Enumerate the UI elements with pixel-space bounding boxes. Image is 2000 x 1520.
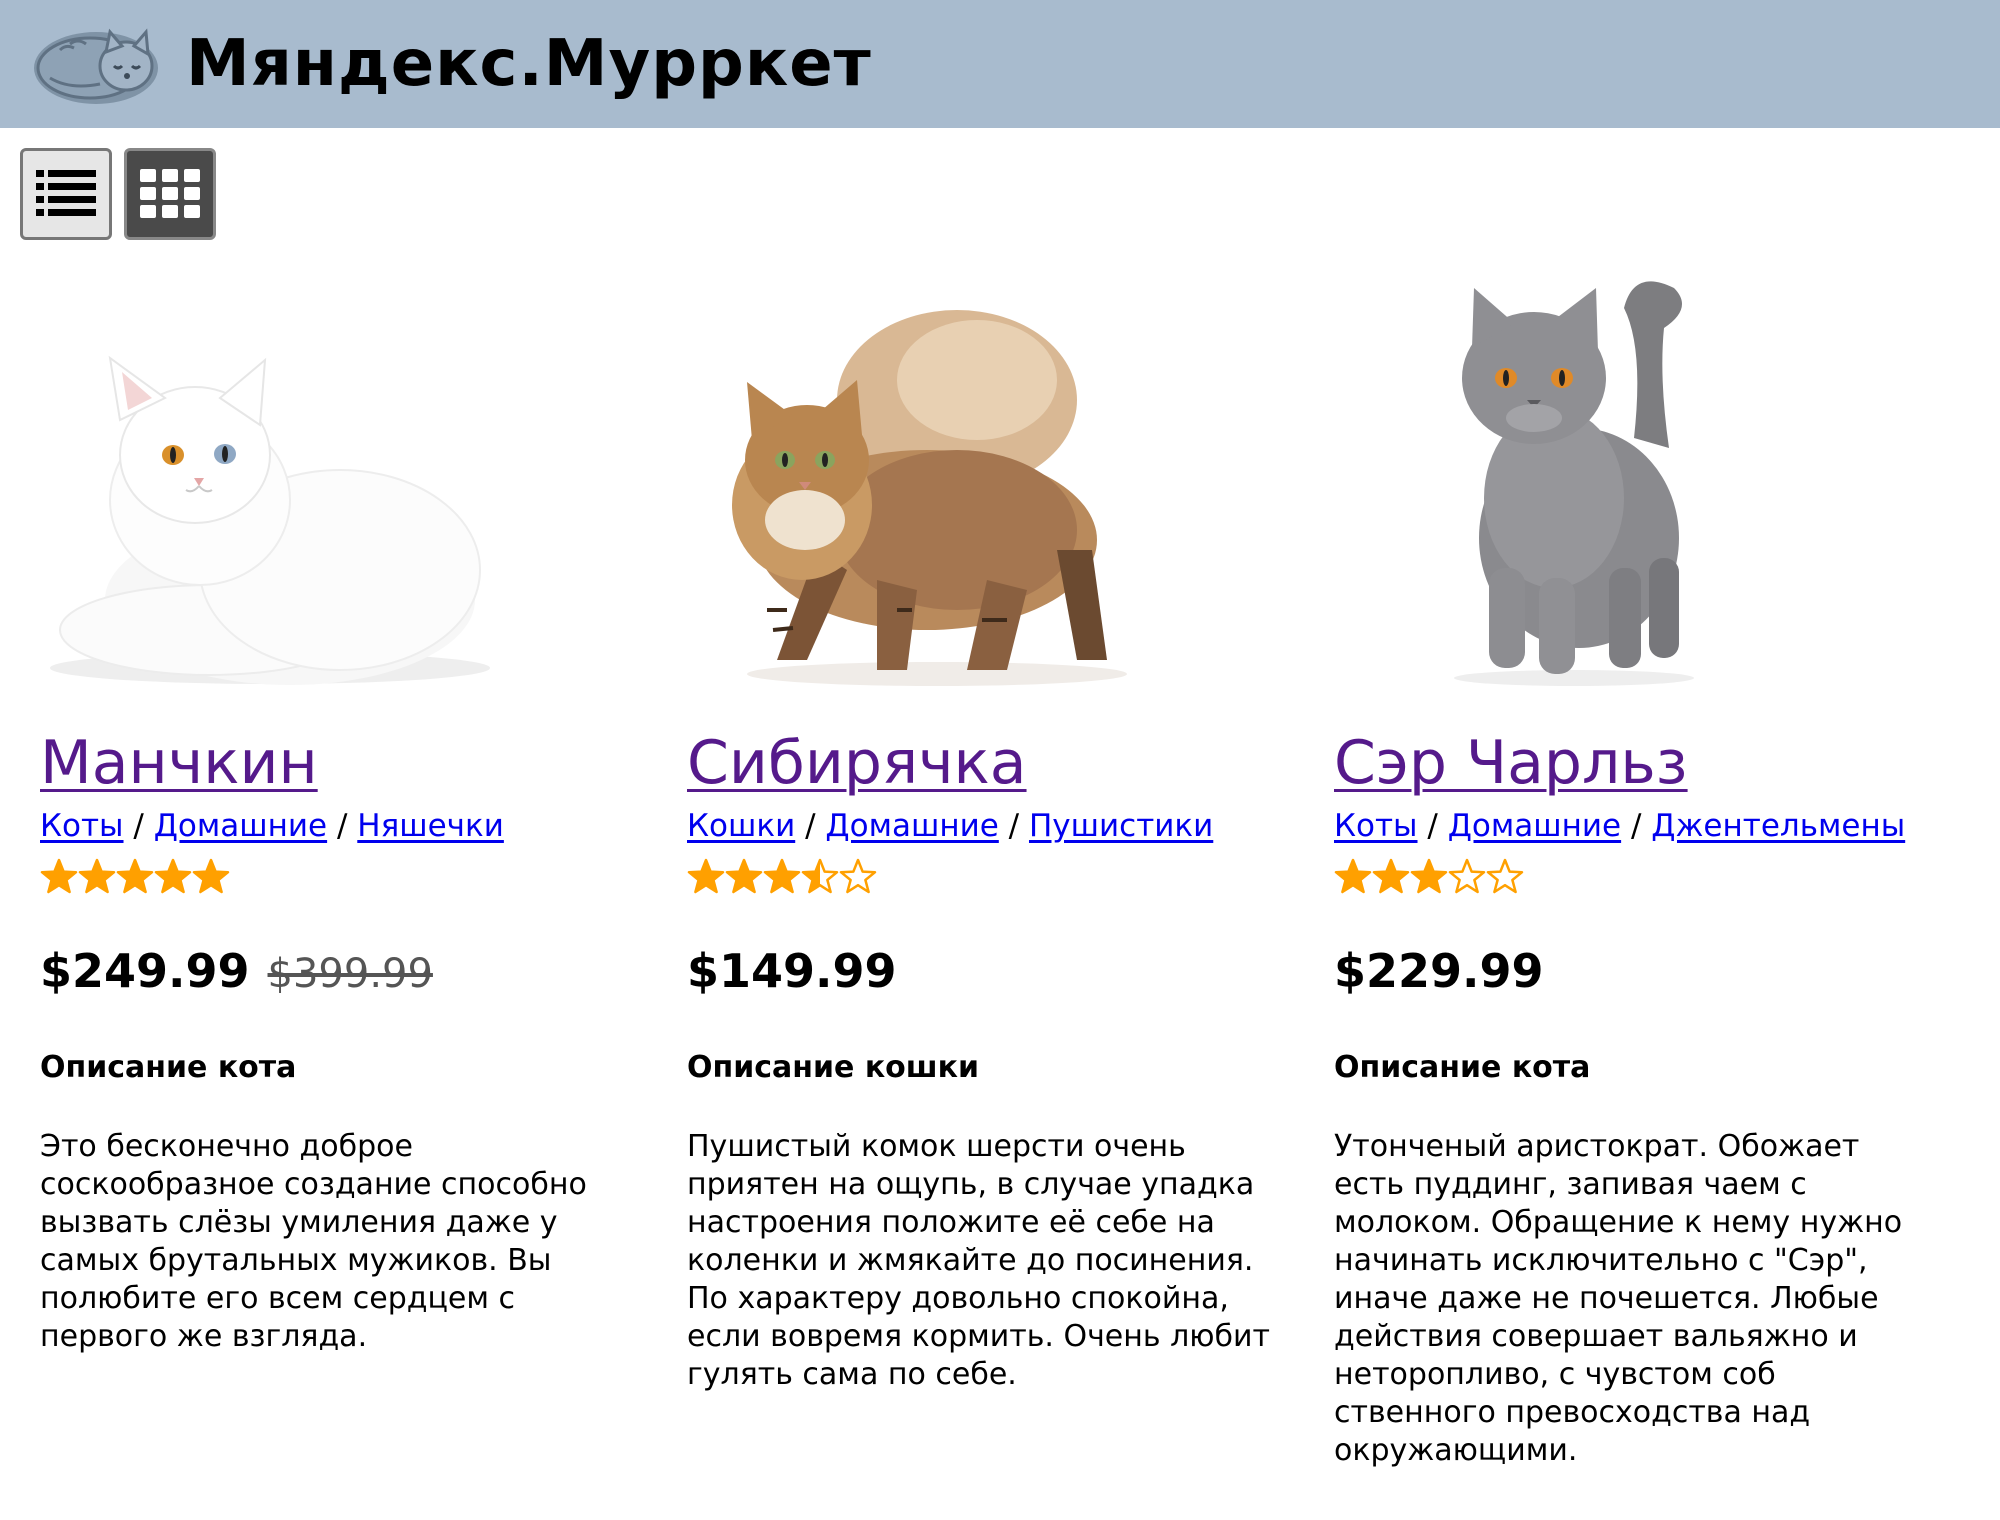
grid-view-button[interactable]: [124, 148, 216, 240]
star-full-icon: [192, 858, 230, 894]
breadcrumb-link[interactable]: Пушистики: [1029, 808, 1213, 844]
product-title[interactable]: Сэр Чарльз: [1334, 728, 1688, 798]
sleeping-cat-icon[interactable]: [30, 20, 162, 108]
list-view-button[interactable]: [20, 148, 112, 240]
price-row: $249.99 $399.99: [40, 944, 433, 998]
breadcrumb-link[interactable]: Коты: [1334, 808, 1418, 844]
rating-stars: [687, 858, 877, 896]
description-title: Описание кошки: [687, 1050, 980, 1085]
site-brand[interactable]: Мяндекс.Мурркет: [186, 27, 872, 101]
star-full-icon: [40, 858, 78, 894]
breadcrumb: Коты / Домашние / Няшечки: [40, 808, 504, 844]
current-price: $249.99: [40, 944, 250, 998]
star-full-icon: [116, 858, 154, 894]
star-half-icon: [801, 858, 839, 894]
star-full-icon: [763, 858, 801, 894]
description-text: Это бесконечно доброе соскообразное созд…: [40, 1129, 587, 1354]
star-empty-icon: [839, 858, 877, 894]
star-full-icon: [1410, 858, 1448, 894]
star-full-icon: [687, 858, 725, 894]
description-text: Утонченый аристократ. Обожает есть пудди…: [1334, 1129, 1903, 1468]
view-toolbar: [20, 148, 216, 240]
breadcrumb-link[interactable]: Коты: [40, 808, 124, 844]
star-full-icon: [78, 858, 116, 894]
breadcrumb-separator: /: [336, 808, 358, 844]
siberian-cat-photo[interactable]: [707, 310, 1147, 690]
breadcrumb-separator: /: [1427, 808, 1448, 844]
star-empty-icon: [1448, 858, 1486, 894]
star-full-icon: [1372, 858, 1410, 894]
breadcrumb-link[interactable]: Домашние: [154, 808, 327, 844]
breadcrumb-separator: /: [133, 808, 154, 844]
breadcrumb-link[interactable]: Домашние: [1448, 808, 1621, 844]
price-row: $229.99: [1334, 944, 1544, 998]
british-gray-cat-photo[interactable]: [1434, 268, 1714, 688]
white-cat-photo[interactable]: [40, 350, 500, 690]
breadcrumb-link[interactable]: Кошки: [687, 808, 795, 844]
breadcrumb-link[interactable]: Джентельмены: [1651, 808, 1905, 844]
description-title: Описание кота: [1334, 1050, 1591, 1085]
star-empty-icon: [1486, 858, 1524, 894]
breadcrumb-separator: /: [805, 808, 826, 844]
star-full-icon: [154, 858, 192, 894]
breadcrumb-separator: /: [1008, 808, 1029, 844]
rating-stars: [1334, 858, 1524, 896]
site-header: Мяндекс.Мурркет: [0, 0, 2000, 128]
description-title: Описание кота: [40, 1050, 297, 1085]
grid-view-icon: [140, 169, 200, 218]
rating-stars: [40, 858, 230, 896]
description-text: Пушистый комок шерсти очень приятен на о…: [687, 1129, 1270, 1392]
list-view-icon: [36, 170, 96, 216]
star-full-icon: [725, 858, 763, 894]
breadcrumb-link[interactable]: Няшечки: [357, 808, 504, 844]
old-price: $399.99: [267, 951, 433, 997]
product-title[interactable]: Манчкин: [40, 728, 318, 798]
breadcrumb: Кошки / Домашние / Пушистики: [687, 808, 1213, 844]
breadcrumb-link[interactable]: Домашние: [825, 808, 998, 844]
price-row: $149.99: [687, 944, 897, 998]
breadcrumb-separator: /: [1630, 808, 1652, 844]
current-price: $229.99: [1334, 944, 1544, 998]
star-full-icon: [1334, 858, 1372, 894]
current-price: $149.99: [687, 944, 897, 998]
product-title[interactable]: Сибирячка: [687, 728, 1027, 798]
breadcrumb: Коты / Домашние / Джентельмены: [1334, 808, 1905, 844]
